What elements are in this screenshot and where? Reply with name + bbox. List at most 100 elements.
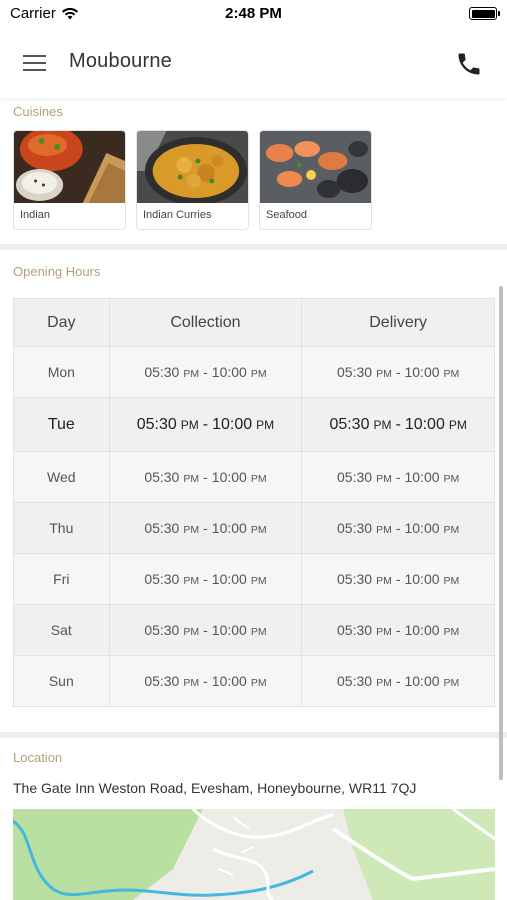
delivery-hours-cell: 05:30 PM -10:00 PM bbox=[301, 502, 495, 554]
pm-marker: PM bbox=[183, 575, 200, 587]
separator: - bbox=[203, 673, 208, 689]
phone-icon[interactable] bbox=[455, 50, 483, 78]
time-from: 05:30 bbox=[144, 520, 180, 536]
scroll-indicator[interactable] bbox=[499, 286, 503, 780]
time-to: 10:00 bbox=[404, 364, 440, 380]
app-header: Moubourne bbox=[0, 30, 507, 98]
table-row: Wed 05:30 PM -10:00 PM 05:30 PM -10:00 PM bbox=[13, 451, 495, 503]
time-from: 05:30 bbox=[337, 673, 373, 689]
separator: - bbox=[395, 469, 401, 485]
delivery-hours-cell: 05:30 PM -10:00 PM bbox=[301, 451, 495, 503]
day-cell: Sun bbox=[13, 655, 110, 707]
collection-hours-cell: 05:30 PM -10:00 PM bbox=[108, 346, 303, 398]
day-cell: Wed bbox=[13, 451, 110, 503]
location-section: Location The Gate Inn Weston Road, Evesh… bbox=[0, 738, 507, 900]
address-text: The Gate Inn Weston Road, Evesham, Honey… bbox=[13, 780, 417, 796]
cuisine-image-indian-curries bbox=[137, 131, 248, 203]
location-label: Location bbox=[13, 750, 63, 765]
pm-marker: PM bbox=[250, 575, 267, 587]
column-header-delivery: Delivery bbox=[301, 298, 495, 347]
collection-hours-cell: 05:30 PM -10:00 PM bbox=[108, 502, 303, 554]
time-from: 05:30 bbox=[144, 571, 180, 587]
collection-hours-cell: 05:30 PM -10:00 PM bbox=[108, 604, 303, 656]
cuisine-image-seafood bbox=[260, 131, 371, 203]
delivery-hours-cell: 05:30 PM -10:00 PM bbox=[301, 397, 495, 452]
day-label: Sun bbox=[48, 673, 74, 689]
pm-marker: PM bbox=[443, 626, 460, 638]
day-label: Sat bbox=[50, 622, 72, 638]
time-from: 05:30 bbox=[337, 622, 373, 638]
cuisine-card-seafood[interactable]: Seafood bbox=[259, 130, 372, 230]
cuisine-name: Indian bbox=[20, 209, 50, 221]
pm-marker: PM bbox=[250, 473, 267, 485]
time-from: 05:30 bbox=[144, 364, 180, 380]
time-to: 10:00 bbox=[404, 622, 440, 638]
pm-marker: PM bbox=[443, 368, 460, 380]
pm-marker: PM bbox=[183, 626, 200, 638]
cuisine-list: Indian Indian Curries Seafood bbox=[13, 130, 372, 230]
time-to: 10:00 bbox=[211, 673, 247, 689]
separator: - bbox=[202, 415, 209, 433]
opening-hours-label: Opening Hours bbox=[13, 264, 101, 279]
separator: - bbox=[203, 622, 208, 638]
separator: - bbox=[395, 520, 401, 536]
hamburger-menu-icon[interactable] bbox=[20, 52, 50, 76]
status-bar: Carrier 2:48 PM bbox=[0, 0, 507, 30]
table-row: Thu 05:30 PM -10:00 PM 05:30 PM -10:00 PM bbox=[13, 502, 495, 554]
cuisines-label: Cuisines bbox=[13, 104, 63, 119]
pm-marker: PM bbox=[183, 368, 200, 380]
time-from: 05:30 bbox=[144, 622, 180, 638]
location-map[interactable] bbox=[13, 809, 495, 900]
pm-marker: PM bbox=[443, 473, 460, 485]
delivery-hours-cell: 05:30 PM -10:00 PM bbox=[301, 604, 495, 656]
time-to: 10:00 bbox=[211, 469, 247, 485]
pm-marker: PM bbox=[373, 417, 392, 432]
cuisine-name: Seafood bbox=[266, 209, 307, 221]
day-cell: Sat bbox=[13, 604, 110, 656]
table-row: Sat 05:30 PM -10:00 PM 05:30 PM -10:00 PM bbox=[13, 604, 495, 656]
pm-marker: PM bbox=[256, 417, 275, 432]
collection-hours-cell: 05:30 PM -10:00 PM bbox=[108, 655, 303, 707]
day-cell: Tue bbox=[13, 397, 110, 452]
day-cell: Mon bbox=[13, 346, 110, 398]
cuisine-name: Indian Curries bbox=[143, 209, 212, 221]
opening-hours-section: Opening Hours Day Collection Delivery Mo… bbox=[0, 250, 507, 732]
separator: - bbox=[395, 364, 401, 380]
pm-marker: PM bbox=[183, 524, 200, 536]
collection-hours-cell: 05:30 PM -10:00 PM bbox=[108, 553, 303, 605]
time-to: 10:00 bbox=[404, 469, 440, 485]
delivery-hours-cell: 05:30 PM -10:00 PM bbox=[301, 553, 495, 605]
separator: - bbox=[203, 571, 208, 587]
time-to: 10:00 bbox=[211, 571, 247, 587]
time-from: 05:30 bbox=[337, 469, 373, 485]
cuisine-card-indian-curries[interactable]: Indian Curries bbox=[136, 130, 249, 230]
time-from: 05:30 bbox=[144, 673, 180, 689]
time-to: 10:00 bbox=[404, 415, 445, 433]
time-from: 05:30 bbox=[144, 469, 180, 485]
pm-marker: PM bbox=[183, 677, 200, 689]
time-from: 05:30 bbox=[337, 520, 373, 536]
time-to: 10:00 bbox=[211, 622, 247, 638]
separator: - bbox=[203, 469, 208, 485]
table-row: Mon 05:30 PM -10:00 PM 05:30 PM -10:00 PM bbox=[13, 346, 495, 398]
day-label: Tue bbox=[47, 415, 75, 433]
table-header-row: Day Collection Delivery bbox=[13, 298, 495, 347]
pm-marker: PM bbox=[443, 677, 460, 689]
collection-hours-cell: 05:30 PM -10:00 PM bbox=[108, 451, 303, 503]
separator: - bbox=[395, 415, 401, 433]
pm-marker: PM bbox=[250, 677, 267, 689]
time-to: 10:00 bbox=[404, 673, 440, 689]
pm-marker: PM bbox=[376, 677, 392, 689]
cuisine-card-indian[interactable]: Indian bbox=[13, 130, 126, 230]
day-label: Thu bbox=[49, 520, 74, 536]
column-header-day: Day bbox=[13, 298, 110, 347]
table-row: Sun 05:30 PM -10:00 PM 05:30 PM -10:00 PM bbox=[13, 655, 495, 707]
pm-marker: PM bbox=[250, 626, 267, 638]
delivery-hours-cell: 05:30 PM -10:00 PM bbox=[301, 346, 495, 398]
table-row: Tue 05:30 PM -10:00 PM 05:30 PM -10:00 PM bbox=[13, 397, 495, 452]
pm-marker: PM bbox=[376, 626, 392, 638]
pm-marker: PM bbox=[376, 524, 392, 536]
separator: - bbox=[395, 673, 401, 689]
pm-marker: PM bbox=[183, 473, 200, 485]
column-header-collection: Collection bbox=[108, 298, 303, 347]
